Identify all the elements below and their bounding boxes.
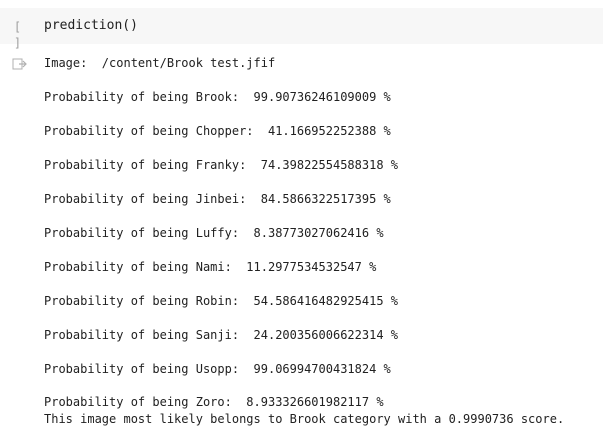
run-cell-button[interactable]: [ ] — [8, 19, 28, 50]
probability-line-jinbei: Probability of being Jinbei: 84.58663225… — [44, 192, 391, 206]
probability-line-sanji: Probability of being Sanji: 24.200356006… — [44, 328, 399, 342]
probability-line-brook: Probability of being Brook: 99.907362461… — [44, 90, 391, 104]
code-editor-text[interactable]: prediction() — [44, 18, 138, 34]
probability-line-robin: Probability of being Robin: 54.586416482… — [44, 294, 399, 308]
probability-line-franky: Probability of being Franky: 74.39822554… — [44, 158, 399, 172]
image-path-line: Image: /content/Brook test.jfif — [44, 56, 276, 70]
probability-line-nami: Probability of being Nami: 11.2977534532… — [44, 260, 377, 274]
probability-line-chopper: Probability of being Chopper: 41.1669522… — [44, 124, 391, 138]
probability-line-luffy: Probability of being Luffy: 8.3877302706… — [44, 226, 384, 240]
prediction-conclusion: This image most likely belongs to Brook … — [44, 412, 565, 426]
probability-line-zoro: Probability of being Zoro: 8.93332660198… — [44, 395, 384, 409]
code-cell[interactable]: [ ] prediction() — [0, 8, 603, 50]
output-icon — [12, 58, 27, 70]
probability-line-usopp: Probability of being Usopp: 99.069947004… — [44, 362, 391, 376]
